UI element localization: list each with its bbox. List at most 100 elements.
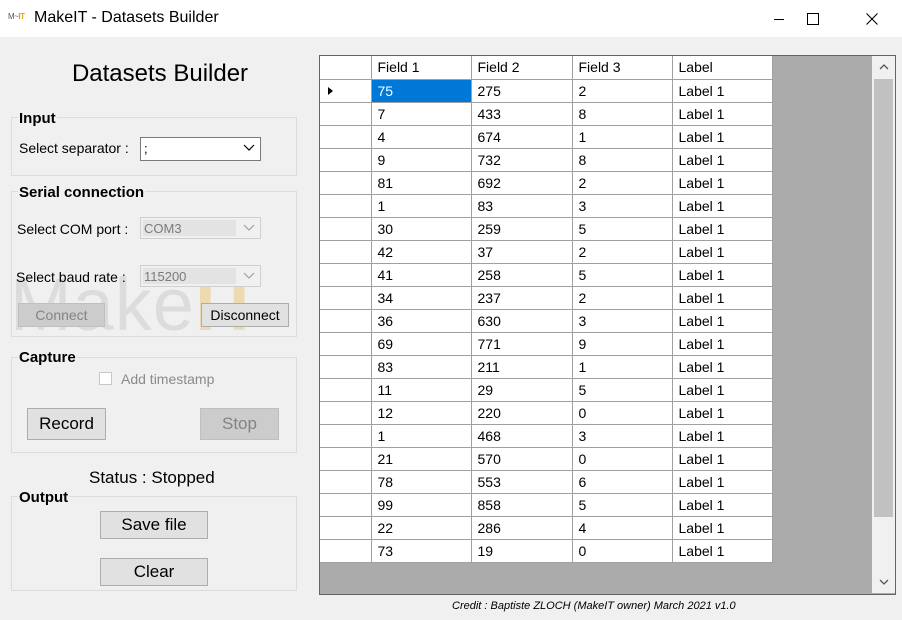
table-cell[interactable]: 75 <box>371 79 472 103</box>
column-header[interactable]: Field 3 <box>572 56 673 80</box>
table-cell[interactable]: 3 <box>572 309 673 333</box>
table-cell[interactable]: 433 <box>471 102 573 126</box>
table-cell[interactable]: 8 <box>572 102 673 126</box>
table-row[interactable]: 7 433 8 Label 1 <box>320 102 773 126</box>
column-header[interactable]: Field 2 <box>471 56 573 80</box>
table-cell[interactable]: 3 <box>572 194 673 218</box>
table-row[interactable]: 4 674 1 Label 1 <box>320 125 773 149</box>
table-cell[interactable]: 7 <box>371 102 472 126</box>
close-button[interactable] <box>849 0 895 37</box>
table-cell[interactable]: 37 <box>471 240 573 264</box>
table-cell[interactable]: 83 <box>371 355 472 379</box>
table-cell[interactable]: 1 <box>572 125 673 149</box>
table-cell[interactable]: 771 <box>471 332 573 356</box>
table-row[interactable]: 1 468 3 Label 1 <box>320 424 773 448</box>
table-row[interactable]: 73 19 0 Label 1 <box>320 539 773 563</box>
table-cell[interactable]: 5 <box>572 378 673 402</box>
table-cell[interactable]: Label 1 <box>672 309 773 333</box>
vertical-scrollbar[interactable] <box>872 56 895 593</box>
table-cell[interactable]: Label 1 <box>672 401 773 425</box>
row-header[interactable] <box>320 539 372 563</box>
row-header[interactable] <box>320 102 372 126</box>
table-cell[interactable]: Label 1 <box>672 263 773 287</box>
table-row[interactable]: 22 286 4 Label 1 <box>320 516 773 540</box>
table-cell[interactable]: 259 <box>471 217 573 241</box>
baud-rate-select[interactable]: 115200 <box>140 265 261 287</box>
table-cell[interactable]: Label 1 <box>672 217 773 241</box>
table-cell[interactable]: 858 <box>471 493 573 517</box>
row-header[interactable] <box>320 355 372 379</box>
table-cell[interactable]: Label 1 <box>672 148 773 172</box>
table-cell[interactable]: 0 <box>572 447 673 471</box>
clear-button[interactable]: Clear <box>100 558 208 586</box>
row-header[interactable] <box>320 516 372 540</box>
table-row[interactable]: 21 570 0 Label 1 <box>320 447 773 471</box>
disconnect-button[interactable]: Disconnect <box>201 303 289 327</box>
table-cell[interactable]: 2 <box>572 286 673 310</box>
scroll-thumb[interactable] <box>874 79 893 517</box>
table-row[interactable]: 83 211 1 Label 1 <box>320 355 773 379</box>
table-cell[interactable]: 2 <box>572 171 673 195</box>
row-header[interactable] <box>320 447 372 471</box>
row-header[interactable] <box>320 378 372 402</box>
table-cell[interactable]: 732 <box>471 148 573 172</box>
row-header[interactable] <box>320 424 372 448</box>
table-row[interactable]: 11 29 5 Label 1 <box>320 378 773 402</box>
scroll-up-button[interactable] <box>872 56 895 78</box>
timestamp-checkbox[interactable] <box>99 372 112 385</box>
table-cell[interactable]: Label 1 <box>672 194 773 218</box>
table-cell[interactable]: 19 <box>471 539 573 563</box>
table-cell[interactable]: 11 <box>371 378 472 402</box>
table-cell[interactable]: 275 <box>471 79 573 103</box>
table-cell[interactable]: 78 <box>371 470 472 494</box>
table-cell[interactable]: Label 1 <box>672 125 773 149</box>
table-cell[interactable]: 42 <box>371 240 472 264</box>
row-header[interactable] <box>320 171 372 195</box>
table-cell[interactable]: 211 <box>471 355 573 379</box>
table-row[interactable]: 99 858 5 Label 1 <box>320 493 773 517</box>
record-button[interactable]: Record <box>27 408 106 440</box>
separator-select[interactable]: ; <box>140 137 261 161</box>
column-header[interactable]: Label <box>672 56 773 80</box>
table-cell[interactable]: 258 <box>471 263 573 287</box>
row-header[interactable] <box>320 79 372 103</box>
table-cell[interactable]: Label 1 <box>672 332 773 356</box>
row-header[interactable] <box>320 194 372 218</box>
table-cell[interactable]: 4 <box>572 516 673 540</box>
row-header[interactable] <box>320 217 372 241</box>
table-cell[interactable]: Label 1 <box>672 516 773 540</box>
table-cell[interactable]: 570 <box>471 447 573 471</box>
table-cell[interactable]: 5 <box>572 217 673 241</box>
table-cell[interactable]: 1 <box>371 424 472 448</box>
table-cell[interactable]: 6 <box>572 470 673 494</box>
table-cell[interactable]: 21 <box>371 447 472 471</box>
table-cell[interactable]: 83 <box>471 194 573 218</box>
table-cell[interactable]: Label 1 <box>672 470 773 494</box>
table-cell[interactable]: 553 <box>471 470 573 494</box>
row-header[interactable] <box>320 125 372 149</box>
data-grid[interactable]: Field 1 Field 2 Field 3 Label 75 275 2 Labe… <box>319 55 896 595</box>
table-cell[interactable]: Label 1 <box>672 539 773 563</box>
table-cell[interactable]: Label 1 <box>672 378 773 402</box>
row-header[interactable] <box>320 263 372 287</box>
table-row[interactable]: 69 771 9 Label 1 <box>320 332 773 356</box>
table-cell[interactable]: 36 <box>371 309 472 333</box>
table-cell[interactable]: 5 <box>572 263 673 287</box>
table-row[interactable]: 30 259 5 Label 1 <box>320 217 773 241</box>
column-header[interactable]: Field 1 <box>371 56 472 80</box>
row-header[interactable] <box>320 493 372 517</box>
table-row[interactable]: 42 37 2 Label 1 <box>320 240 773 264</box>
table-row[interactable]: 9 732 8 Label 1 <box>320 148 773 172</box>
row-header[interactable] <box>320 332 372 356</box>
table-cell[interactable]: 1 <box>572 355 673 379</box>
table-cell[interactable]: 468 <box>471 424 573 448</box>
table-cell[interactable]: 8 <box>572 148 673 172</box>
stop-button[interactable]: Stop <box>200 408 279 440</box>
table-row[interactable]: 41 258 5 Label 1 <box>320 263 773 287</box>
table-cell[interactable]: 41 <box>371 263 472 287</box>
table-cell[interactable]: 34 <box>371 286 472 310</box>
save-file-button[interactable]: Save file <box>100 511 208 539</box>
table-cell[interactable]: 9 <box>572 332 673 356</box>
table-cell[interactable]: 73 <box>371 539 472 563</box>
maximize-button[interactable] <box>790 0 836 37</box>
